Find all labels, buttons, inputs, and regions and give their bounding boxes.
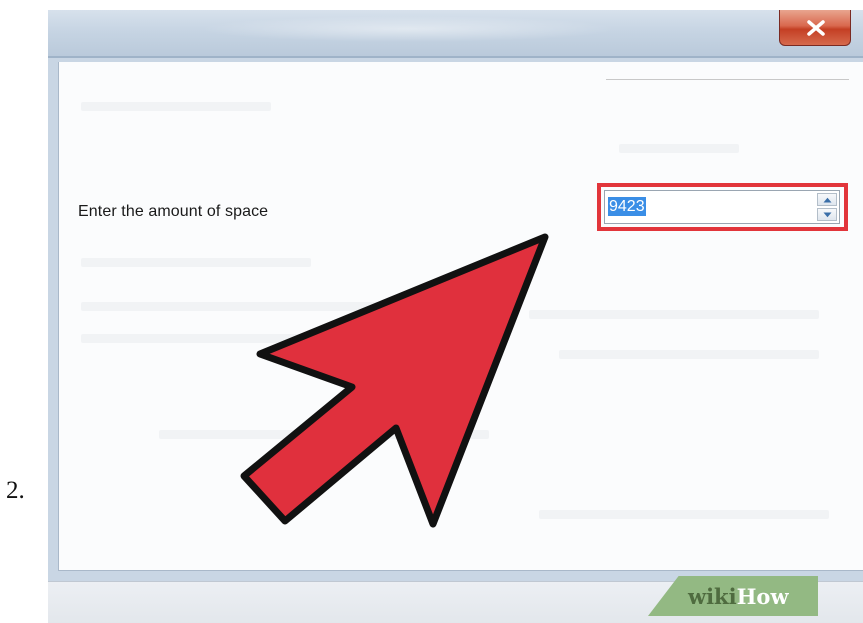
- faded-text: [559, 350, 819, 359]
- step-number: 2.: [6, 477, 25, 504]
- spin-up-button[interactable]: [817, 193, 837, 206]
- faded-text: [81, 334, 341, 343]
- close-button[interactable]: [779, 10, 851, 46]
- dialog-screenshot: Enter the amount of space 9423: [48, 10, 863, 623]
- faded-text: [81, 102, 271, 111]
- spin-down-button[interactable]: [817, 208, 837, 221]
- separator-line: [606, 79, 849, 80]
- wikihow-watermark: wikiHow: [648, 576, 818, 616]
- watermark-how: How: [736, 584, 789, 609]
- space-amount-label: Enter the amount of space: [78, 203, 269, 220]
- close-x-icon: [807, 20, 825, 36]
- faded-text: [619, 144, 739, 153]
- titlebar-glare: [198, 16, 618, 42]
- chevron-down-icon: [823, 212, 832, 218]
- window-titlebar: [48, 10, 863, 58]
- chevron-up-icon: [823, 197, 832, 203]
- space-amount-spinbox[interactable]: 9423: [604, 190, 840, 224]
- faded-text: [539, 510, 829, 519]
- watermark-text: wikiHow: [688, 584, 789, 609]
- spin-buttons: [817, 193, 837, 221]
- faded-text: [81, 302, 381, 311]
- space-amount-value[interactable]: 9423: [608, 197, 646, 216]
- faded-text: [159, 430, 489, 439]
- faded-text: [529, 310, 819, 319]
- dialog-body: Enter the amount of space 9423: [58, 62, 863, 571]
- watermark-wiki: wiki: [688, 584, 737, 609]
- faded-text: [81, 258, 311, 267]
